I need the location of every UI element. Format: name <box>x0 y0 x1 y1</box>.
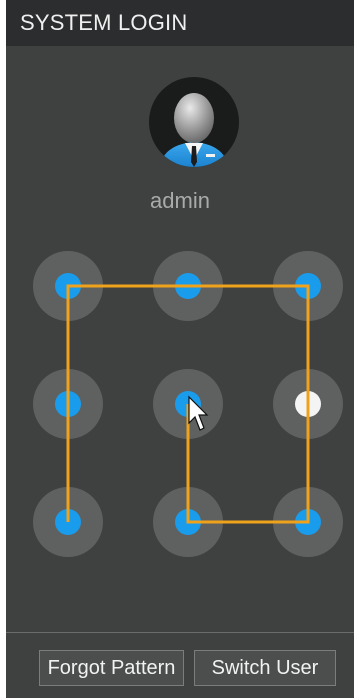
forgot-pattern-button[interactable]: Forgot Pattern <box>39 650 184 686</box>
pattern-path <box>66 284 310 524</box>
switch-user-button[interactable]: Switch User <box>194 650 336 686</box>
pattern-lock-grid[interactable] <box>6 226 354 596</box>
system-login-window: SYSTEM LOGIN admin Forgot Pattern Switch… <box>6 0 354 698</box>
pattern-line <box>66 284 310 524</box>
person-avatar-icon <box>149 70 239 176</box>
window-title: SYSTEM LOGIN <box>6 0 354 46</box>
username-label: admin <box>150 188 210 213</box>
footer-bar: Forgot Pattern Switch User <box>6 632 354 698</box>
